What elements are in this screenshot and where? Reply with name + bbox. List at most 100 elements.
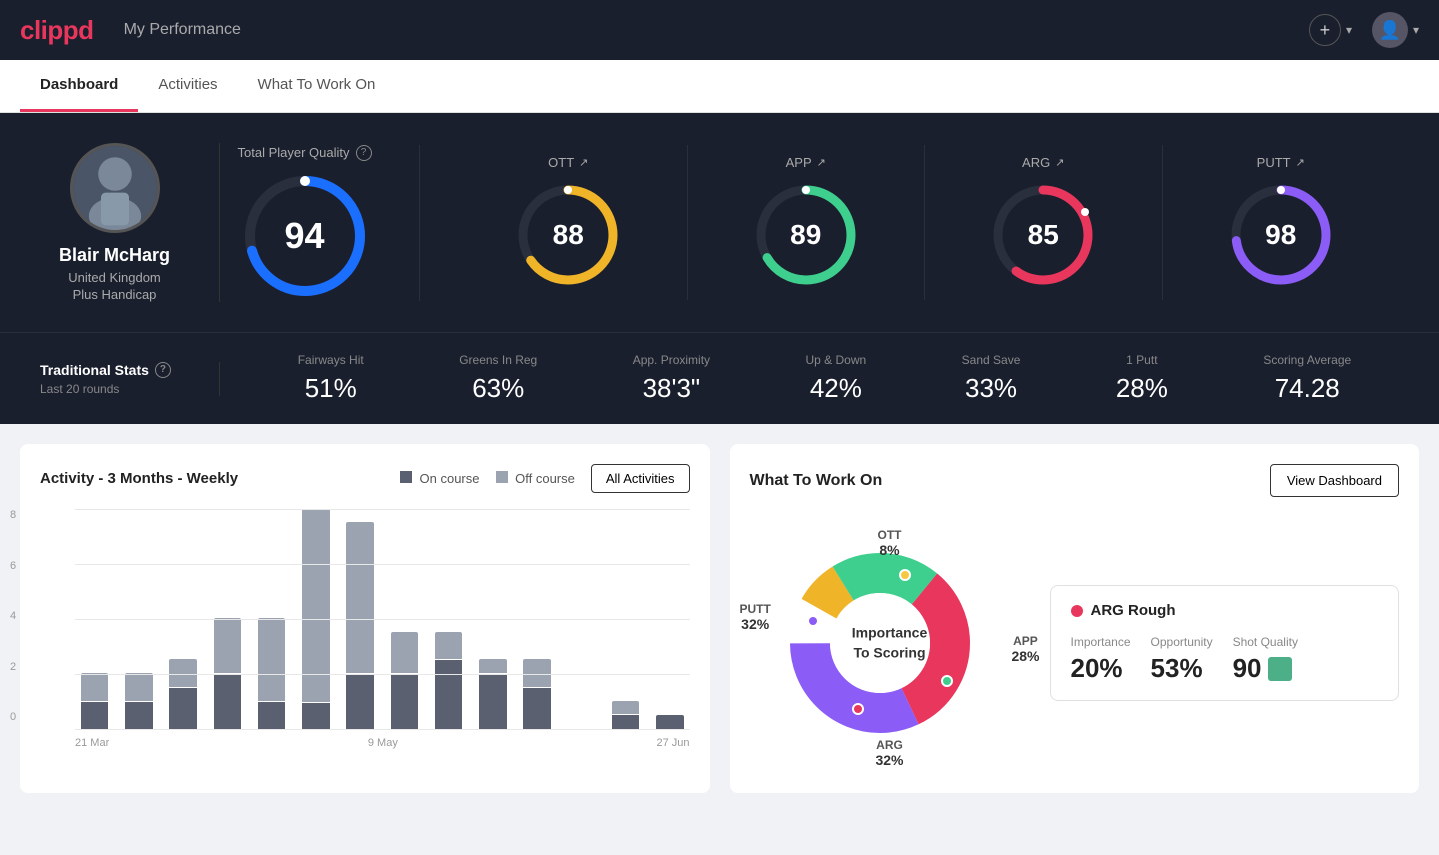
arg-label: ARG ↗ [1022, 155, 1064, 170]
card-metrics: Importance 20% Opportunity 53% Shot Qual… [1071, 635, 1379, 684]
card-title-text: ARG Rough [1091, 602, 1176, 619]
shot-quality-label: Shot Quality [1233, 635, 1298, 649]
bar-group-9 [473, 509, 512, 729]
view-dashboard-button[interactable]: View Dashboard [1270, 464, 1399, 497]
ott-trend: ↗ [579, 156, 588, 169]
stat-fairways: Fairways Hit 51% [298, 353, 364, 404]
tab-activities[interactable]: Activities [138, 60, 237, 112]
stat-fairways-value: 51% [305, 373, 357, 404]
stat-greens-value: 63% [472, 373, 524, 404]
card-shot-quality: Shot Quality 90 [1233, 635, 1298, 684]
trad-stats-values: Fairways Hit 51% Greens In Reg 63% App. … [220, 353, 1399, 404]
add-dropdown[interactable]: + ▾ [1309, 14, 1352, 46]
bar-on-13 [656, 715, 683, 729]
on-course-label: On course [420, 471, 480, 486]
shot-quality-fill [1268, 657, 1292, 681]
bar-group-5 [296, 509, 335, 729]
stat-proximity: App. Proximity 38'3" [633, 353, 710, 404]
shot-quality-bar [1268, 657, 1292, 681]
putt-donut-label: PUTT 32% [740, 602, 771, 632]
quality-item-arg: ARG ↗ 85 [925, 145, 1163, 300]
bar-off-6 [346, 522, 373, 673]
info-icon[interactable]: ? [356, 145, 372, 161]
stat-proximity-label: App. Proximity [633, 353, 710, 367]
bar-on-12 [612, 715, 639, 729]
bar-on-10 [523, 688, 550, 729]
total-quality: Total Player Quality ? 94 [220, 145, 420, 301]
stat-proximity-value: 38'3" [643, 373, 701, 404]
tab-dashboard[interactable]: Dashboard [20, 60, 138, 112]
x-label-3: 27 Jun [656, 737, 689, 749]
player-name: Blair McHarg [59, 245, 170, 266]
bar-off-4 [258, 618, 285, 701]
user-avatar[interactable]: 👤 [1372, 12, 1408, 48]
putt-circle: 98 [1226, 180, 1336, 290]
app-trend: ↗ [817, 156, 826, 169]
stat-greens-label: Greens In Reg [459, 353, 537, 367]
bar-on-9 [479, 674, 506, 729]
app-donut-label: APP 28% [1011, 634, 1039, 664]
activity-title: Activity - 3 Months - Weekly [40, 470, 238, 487]
bar-on-2 [169, 688, 196, 729]
stat-oneputt: 1 Putt 28% [1116, 353, 1168, 404]
stat-oneputt-value: 28% [1116, 373, 1168, 404]
stat-sandsave-label: Sand Save [962, 353, 1021, 367]
bar-group-4 [252, 509, 291, 729]
off-course-legend-dot [496, 471, 508, 483]
total-circle: 94 [240, 171, 370, 301]
quality-item-app: APP ↗ 89 [688, 145, 926, 300]
bar-on-5 [302, 703, 329, 729]
all-activities-button[interactable]: All Activities [591, 464, 690, 493]
add-button[interactable]: + [1309, 14, 1341, 46]
bar-group-6 [341, 509, 380, 729]
bar-group-3 [208, 509, 247, 729]
x-label-2: 9 May [368, 737, 398, 749]
logo: clippd [20, 15, 94, 46]
bar-off-12 [612, 701, 639, 715]
player-country: United Kingdom [68, 270, 161, 285]
header-logo: clippd My Performance [20, 15, 241, 46]
bar-off-2 [169, 659, 196, 687]
player-avatar [70, 143, 160, 233]
putt-label: PUTT ↗ [1257, 155, 1305, 170]
wtwo-title: What To Work On [750, 472, 883, 490]
bar-off-1 [125, 673, 152, 701]
on-course-legend-dot [400, 471, 412, 483]
opportunity-value: 53% [1151, 653, 1203, 684]
ott-circle: 88 [513, 180, 623, 290]
header-title: My Performance [124, 21, 241, 39]
arg-trend: ↗ [1055, 156, 1064, 169]
bar-off-7 [391, 632, 418, 673]
quality-item-putt: PUTT ↗ 98 [1163, 145, 1400, 300]
bar-off-8 [435, 632, 462, 660]
stat-sandsave: Sand Save 33% [962, 353, 1021, 404]
bottom-section: Activity - 3 Months - Weekly On course O… [0, 424, 1439, 813]
stat-fairways-label: Fairways Hit [298, 353, 364, 367]
bar-group-12 [606, 509, 645, 729]
chart-grid-area [75, 509, 690, 729]
add-chevron: ▾ [1346, 23, 1352, 37]
activity-header: Activity - 3 Months - Weekly On course O… [40, 464, 690, 493]
chart-y-labels: 8 6 4 2 0 [10, 509, 16, 723]
bars-container [75, 509, 690, 729]
bar-group-7 [385, 509, 424, 729]
traditional-stats-panel: Traditional Stats ? Last 20 rounds Fairw… [0, 332, 1439, 424]
bar-off-5 [302, 509, 329, 702]
bar-on-1 [125, 702, 152, 730]
putt-trend: ↗ [1296, 156, 1305, 169]
bar-group-1 [119, 509, 158, 729]
nav-tabs: Dashboard Activities What To Work On [0, 60, 1439, 113]
shot-quality-badge: 90 [1233, 653, 1292, 684]
stat-updown: Up & Down 42% [806, 353, 867, 404]
avatar-chevron: ▾ [1413, 23, 1419, 37]
arg-donut-label: ARG 32% [875, 738, 903, 768]
trad-stats-info[interactable]: ? [155, 362, 171, 378]
avatar-dropdown[interactable]: 👤 ▾ [1372, 12, 1419, 48]
tab-what-to-work-on[interactable]: What To Work On [238, 60, 396, 112]
bar-on-7 [391, 674, 418, 729]
header: clippd My Performance + ▾ 👤 ▾ [0, 0, 1439, 60]
bar-off-3 [214, 618, 241, 673]
trad-stats-title: Traditional Stats ? [40, 362, 189, 378]
player-info: Blair McHarg United Kingdom Plus Handica… [40, 143, 220, 302]
player-handicap: Plus Handicap [73, 287, 157, 302]
